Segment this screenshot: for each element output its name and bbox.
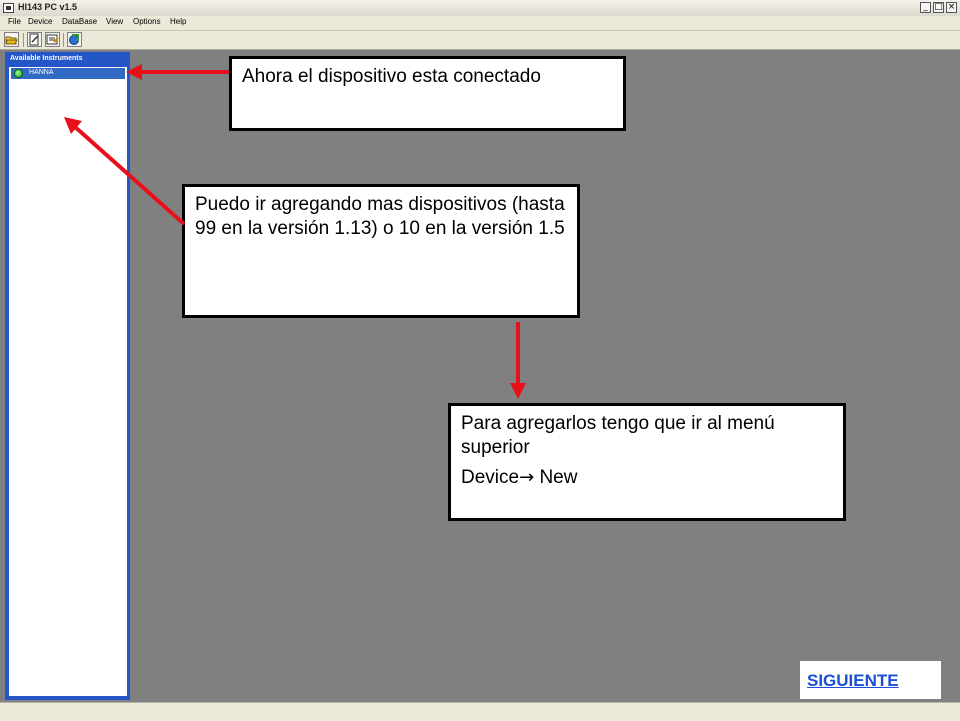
menu-bar: File Device DataBase View Options Help [0, 16, 960, 31]
connected-status-icon [14, 69, 23, 78]
maximize-button[interactable]: □ [933, 2, 944, 13]
toolbar [0, 31, 960, 50]
export-icon[interactable] [67, 32, 82, 47]
menu-view[interactable]: View [106, 17, 123, 26]
menu-database[interactable]: DataBase [62, 17, 97, 26]
callout-text: Ahora el dispositivo esta conectado [242, 66, 541, 87]
status-bar [0, 702, 960, 721]
instrument-name: HANNA [29, 69, 54, 76]
instruments-list: HANNA [9, 67, 127, 696]
list-item[interactable]: HANNA [11, 68, 125, 79]
callout-text: Para agregarlos tengo que ir al menú sup… [461, 413, 775, 458]
minimize-button[interactable]: _ [920, 2, 931, 13]
menu-file[interactable]: File [8, 17, 21, 26]
edit-icon[interactable] [27, 32, 42, 47]
menu-path-new: New [534, 467, 578, 488]
arrow-right-icon: → [519, 467, 535, 488]
menu-device[interactable]: Device [28, 17, 52, 26]
title-bar: HI143 PC v1.5 _ □ × [0, 0, 960, 17]
toolbar-separator [63, 33, 64, 47]
callout-how-to-add: Para agregarlos tengo que ir al menú sup… [448, 403, 846, 521]
instruments-panel: Available Instruments HANNA [5, 52, 130, 700]
callout-menu-path: Device→ New [461, 466, 835, 490]
download-icon[interactable] [45, 32, 60, 47]
callout-connected: Ahora el dispositivo esta conectado [229, 56, 626, 131]
toolbar-separator [23, 33, 24, 47]
window-title: HI143 PC v1.5 [18, 2, 78, 12]
callout-text: Puedo ir agregando mas dispositivos (has… [195, 194, 565, 239]
callout-add-more: Puedo ir agregando mas dispositivos (has… [182, 184, 580, 318]
menu-options[interactable]: Options [133, 17, 161, 26]
close-button[interactable]: × [946, 2, 957, 13]
open-icon[interactable] [4, 32, 19, 47]
next-link[interactable]: SIGUIENTE [807, 671, 899, 691]
panel-title: Available Instruments [10, 55, 83, 62]
app-icon[interactable] [3, 3, 14, 13]
arrowhead [510, 383, 526, 399]
menu-help[interactable]: Help [170, 17, 186, 26]
menu-path-device: Device [461, 467, 520, 488]
